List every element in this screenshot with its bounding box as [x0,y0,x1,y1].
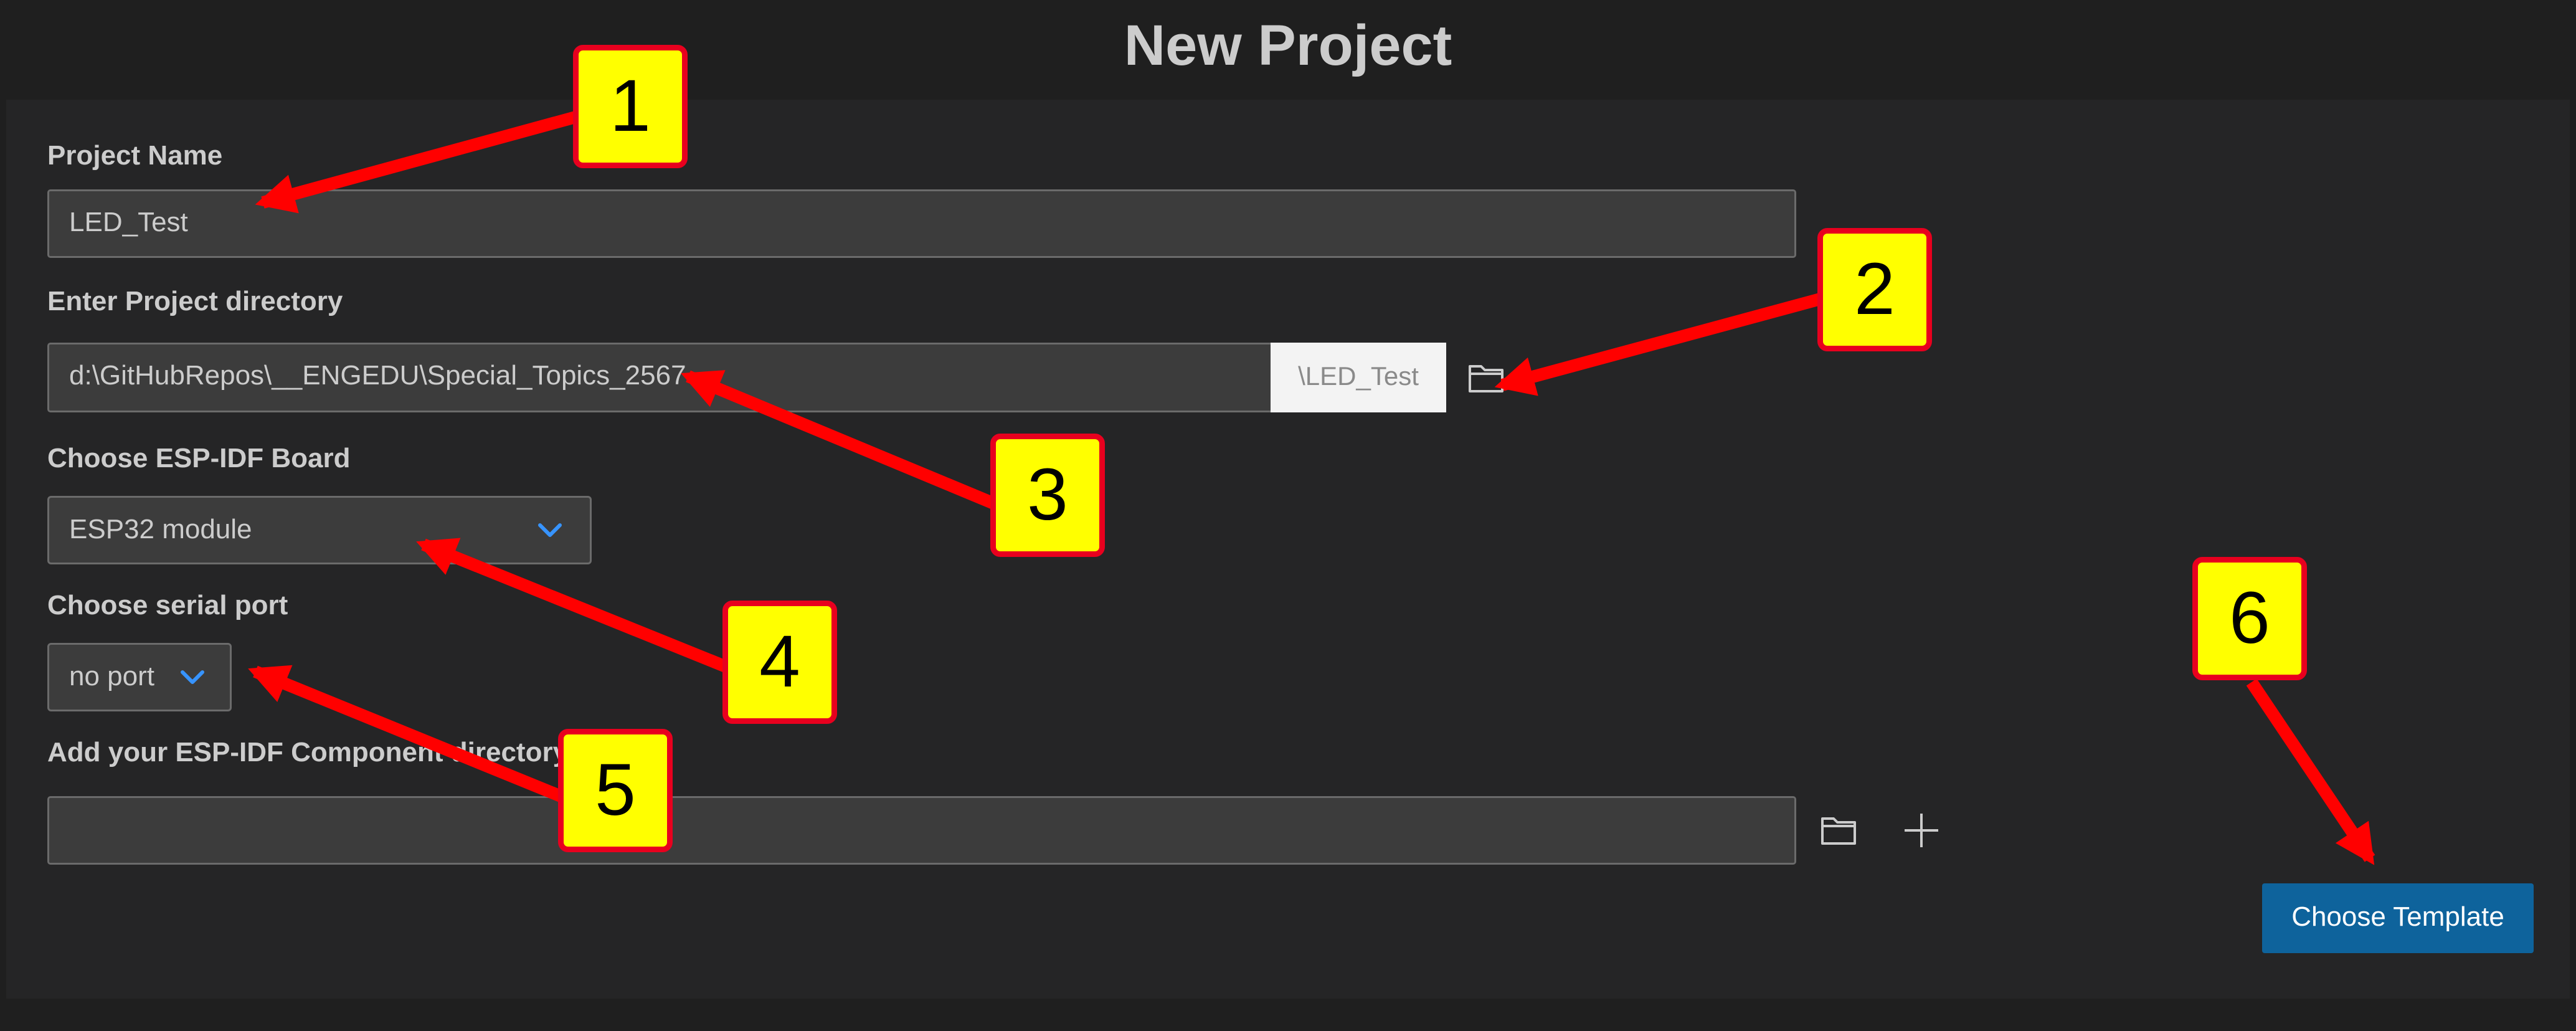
board-select[interactable]: ESP32 module [47,496,592,564]
serial-port-select[interactable]: no port [47,643,232,711]
board-selected-value: ESP32 module [69,514,252,544]
choose-template-button[interactable]: Choose Template [2262,883,2534,953]
project-directory-input[interactable]: d:\GitHubRepos\__ENGEDU\Special_Topics_2… [47,343,1273,412]
chevron-down-icon [174,645,211,710]
folder-icon [1469,365,1503,392]
board-label: Choose ESP-IDF Board [47,443,351,473]
page-title: New Project [1124,14,1452,77]
callout-5: 5 [558,729,673,852]
chevron-down-icon [531,498,569,563]
callout-1: 1 [573,45,688,168]
component-directory-label: Add your ESP-IDF Component directory [47,737,569,767]
callout-4: 4 [722,601,837,724]
callout-2: 2 [1817,228,1932,351]
component-directory-input[interactable] [47,796,1796,865]
browse-project-directory-button[interactable] [1465,356,1508,400]
callout-6: 6 [2192,557,2307,680]
serial-port-label: Choose serial port [47,590,288,620]
add-component-directory-button[interactable] [1900,809,1943,852]
browse-component-directory-button[interactable] [1817,809,1861,852]
new-project-page: New Project Project Name LED_Test Enter … [0,0,2576,1031]
project-directory-label: Enter Project directory [47,286,343,316]
new-project-form: Project Name LED_Test Enter Project dire… [6,100,2570,999]
project-name-input[interactable]: LED_Test [47,189,1796,258]
folder-icon [1821,817,1856,845]
project-directory-suffix: \LED_Test [1271,343,1446,412]
callout-3: 3 [990,434,1105,557]
plus-icon [1905,814,1938,847]
serial-port-selected-value: no port [69,661,154,691]
project-name-label: Project Name [47,140,223,171]
